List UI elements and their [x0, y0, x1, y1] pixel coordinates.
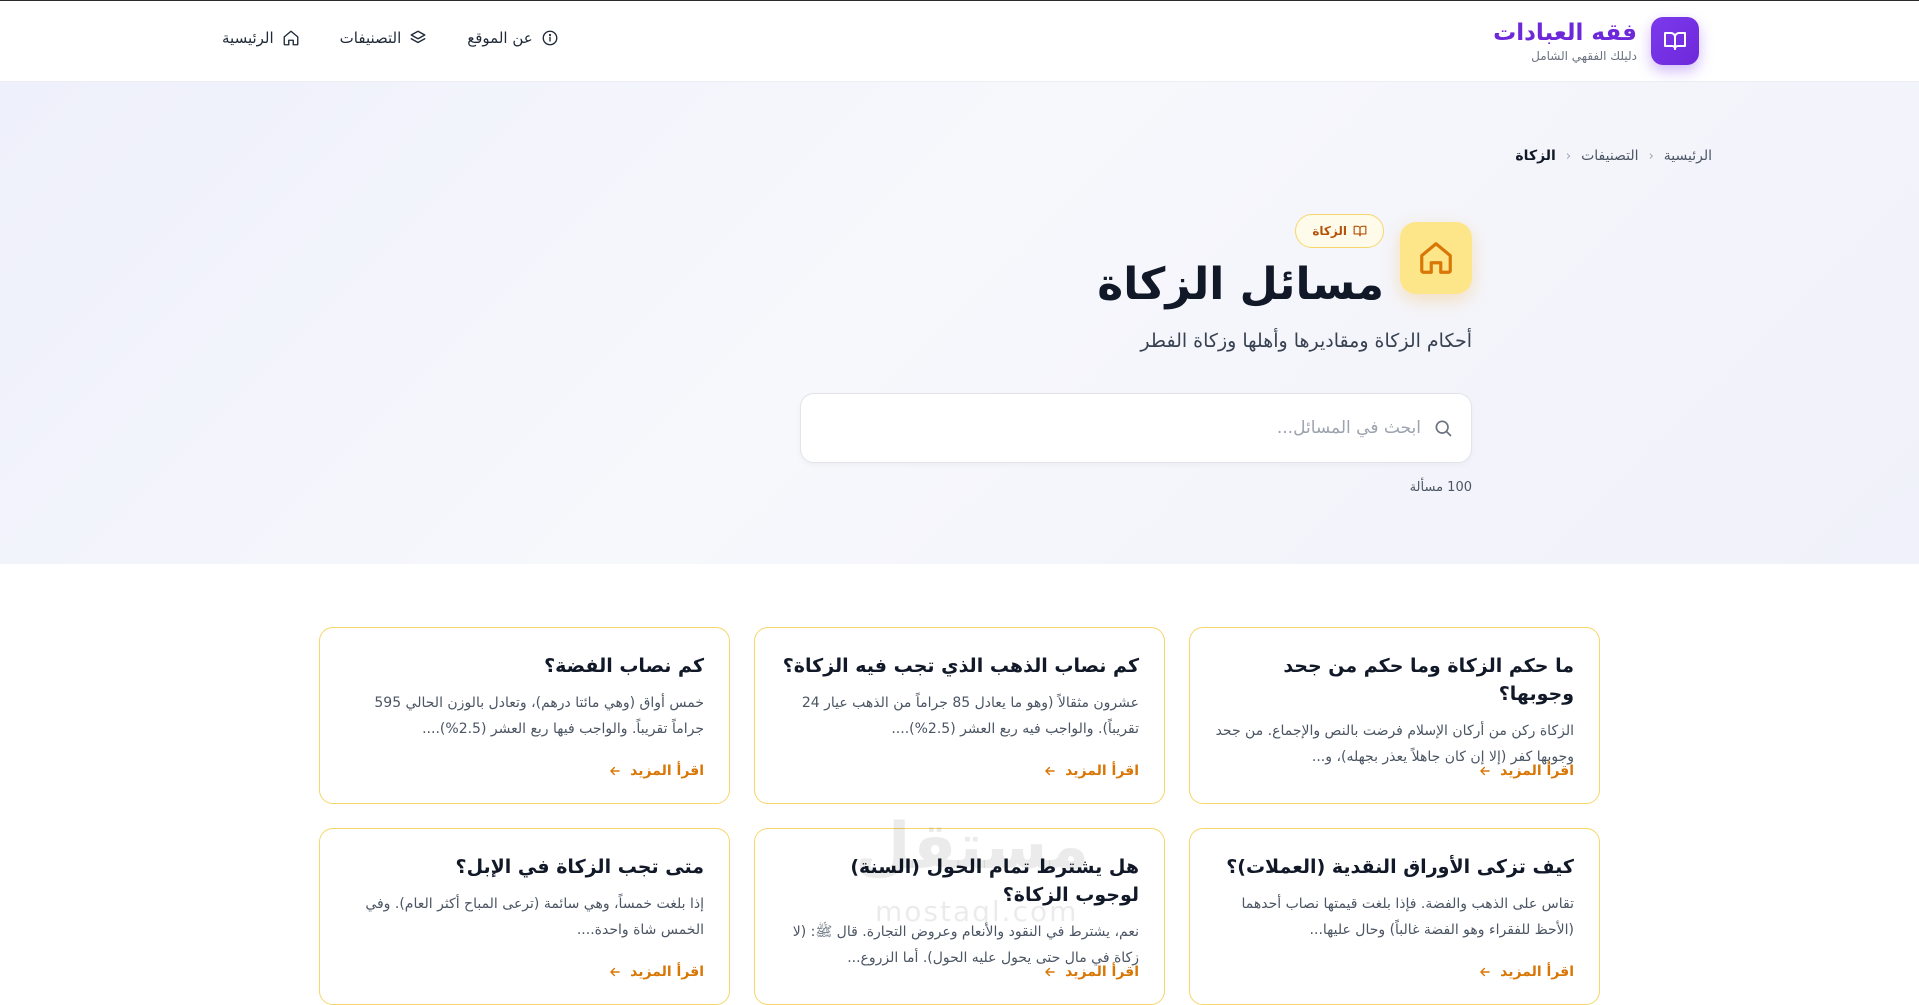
question-excerpt: تقاس على الذهب والفضة. فإذا بلغت قيمتها …: [1241, 896, 1574, 938]
read-more-label: اقرأ المزيد: [630, 763, 704, 779]
question-card[interactable]: كيف تزكى الأوراق النقدية (العملات)؟ تقاس…: [1189, 828, 1600, 1005]
questions-count: 100 مسألة: [1409, 480, 1472, 495]
main-nav: الرئيسية التصنيفات عن الموقع: [222, 29, 559, 47]
page-title: مسائل الزكاة: [1097, 259, 1384, 310]
brand-subtitle: دليلك الفقهي الشامل: [1531, 49, 1637, 63]
read-more-label: اقرأ المزيد: [1065, 763, 1139, 779]
page-description: أحكام الزكاة ومقاديرها وأهلها وزكاة الفط…: [1140, 330, 1472, 352]
read-more-link[interactable]: اقرأ المزيد: [1043, 763, 1139, 779]
arrow-left-icon: [1045, 967, 1055, 977]
home-icon: [283, 30, 299, 46]
breadcrumb-home[interactable]: الرئيسية: [1664, 148, 1712, 164]
arrow-left-icon: [1045, 766, 1055, 776]
question-title: متى تجب الزكاة في الإبل؟: [455, 856, 704, 878]
nav-about[interactable]: عن الموقع: [467, 29, 558, 47]
read-more-label: اقرأ المزيد: [630, 964, 704, 980]
question-card[interactable]: كم نصاب الفضة؟ خمس أواق (وهي مائتا درهم)…: [319, 627, 730, 804]
brand[interactable]: فقه العبادات دليلك الفقهي الشامل: [1493, 17, 1699, 65]
question-card[interactable]: كم نصاب الذهب الذي تجب فيه الزكاة؟ عشرون…: [754, 627, 1165, 804]
arrow-left-icon: [1480, 967, 1490, 977]
arrow-left-icon: [610, 766, 620, 776]
breadcrumb: الرئيسية ‹ التصنيفات ‹ الزكاة: [1515, 148, 1712, 164]
breadcrumb-categories[interactable]: التصنيفات: [1581, 148, 1639, 164]
layers-icon: [410, 30, 426, 44]
question-title: كيف تزكى الأوراق النقدية (العملات)؟: [1226, 856, 1574, 878]
question-title: كم نصاب الذهب الذي تجب فيه الزكاة؟: [782, 655, 1139, 677]
category-badge: الزكاة: [1295, 214, 1384, 248]
question-title: كم نصاب الفضة؟: [544, 655, 704, 677]
category-hero: الرئيسية ‹ التصنيفات ‹ الزكاة الزكاة مسا…: [0, 82, 1919, 564]
watermark-url: mostaql.com: [875, 895, 1079, 928]
nav-home[interactable]: الرئيسية: [222, 29, 300, 47]
search-icon: [1435, 420, 1452, 437]
arrow-left-icon: [610, 967, 620, 977]
read-more-link[interactable]: اقرأ المزيد: [1478, 964, 1574, 980]
nav-categories[interactable]: التصنيفات: [340, 29, 428, 47]
question-excerpt: إذا بلغت خمساً، وهي سائمة (ترعى المباح أ…: [365, 896, 704, 938]
top-navbar: فقه العبادات دليلك الفقهي الشامل الرئيسي…: [0, 1, 1919, 82]
chevron-left-icon: ‹: [1565, 148, 1572, 164]
question-excerpt: عشرون مثقالاً (وهو ما يعادل 85 جراماً من…: [801, 695, 1139, 737]
book-open-icon: [1353, 225, 1367, 237]
breadcrumb-current: الزكاة: [1515, 148, 1556, 164]
read-more-label: اقرأ المزيد: [1065, 964, 1139, 980]
question-card[interactable]: ما حكم الزكاة وما حكم من جحد وجوبها؟ الز…: [1189, 627, 1600, 804]
nav-categories-label: التصنيفات: [339, 29, 402, 47]
category-icon: [1400, 222, 1472, 294]
read-more-link[interactable]: اقرأ المزيد: [1478, 763, 1574, 779]
arrow-left-icon: [1480, 766, 1490, 776]
question-card[interactable]: متى تجب الزكاة في الإبل؟ إذا بلغت خمساً،…: [319, 828, 730, 1005]
search-input[interactable]: [819, 418, 1421, 438]
nav-home-label: الرئيسية: [222, 29, 274, 47]
read-more-link[interactable]: اقرأ المزيد: [608, 763, 704, 779]
chevron-left-icon: ‹: [1648, 148, 1654, 164]
book-open-icon: [1651, 17, 1699, 65]
question-excerpt: خمس أواق (وهي مائتا درهم)، وتعادل بالوزن…: [374, 695, 704, 737]
info-icon: [542, 30, 558, 46]
read-more-link[interactable]: اقرأ المزيد: [1043, 964, 1139, 980]
brand-title: فقه العبادات: [1493, 20, 1637, 46]
read-more-label: اقرأ المزيد: [1500, 964, 1574, 980]
read-more-label: اقرأ المزيد: [1500, 763, 1574, 779]
search-box: [800, 393, 1472, 463]
questions-grid: ما حكم الزكاة وما حكم من جحد وجوبها؟ الز…: [319, 627, 1600, 1005]
question-title: ما حكم الزكاة وما حكم من جحد وجوبها؟: [1283, 655, 1574, 705]
home-icon: [1420, 242, 1452, 274]
category-badge-label: الزكاة: [1312, 224, 1347, 238]
nav-about-label: عن الموقع: [467, 29, 533, 47]
read-more-link[interactable]: اقرأ المزيد: [608, 964, 704, 980]
